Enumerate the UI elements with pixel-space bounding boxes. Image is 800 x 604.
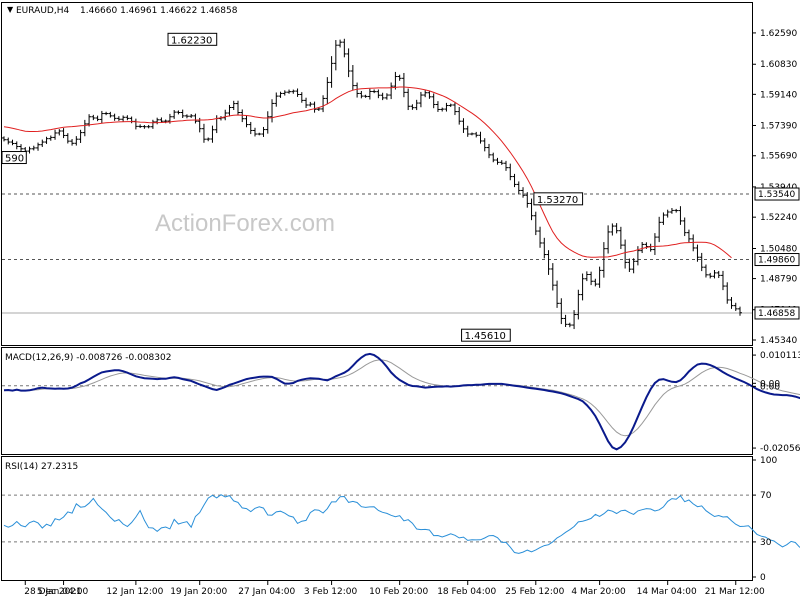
y-tick-label: 1.48790 [760,275,797,285]
price-callout: 1.53270 [533,192,584,206]
price-callout: 590 [1,151,27,165]
rsi-tick-label: 70 [760,491,772,501]
x-tick-label: 19 Jan 20:00 [170,587,227,597]
rsi-panel [1,456,753,581]
watermark: ActionForex.com [155,210,335,237]
y-tick-label: 1.50480 [760,244,797,254]
chart-header-triangle-icon: ▼ [7,5,14,14]
price-callout-label: 1.53270 [537,195,578,206]
chart-window: ActionForex.com 1.62590 1.60830 1.59140 1.5… [1,2,800,597]
macd-panel [1,347,753,455]
x-tick-label: 14 Mar 04:00 [637,587,697,597]
rsi-tick-label: 100 [760,456,777,466]
level-price-tag: 1.49860 [754,253,800,267]
rsi-tick-label: 30 [760,538,772,548]
y-tick-label: 1.62590 [760,29,797,39]
y-tick-label: 1.59140 [760,90,797,100]
rsi-tick-label: 0 [760,573,766,583]
x-tick-label: 10 Feb 20:00 [369,587,428,597]
level-price-tag: 1.53540 [754,187,800,201]
y-tick-label: 1.60830 [760,60,797,70]
y-tick-label: 1.52240 [760,213,797,223]
macd-tick-label: -0.020561 [760,444,800,454]
x-tick-label: 27 Jan 04:00 [238,587,295,597]
last-price-tag: 1.46858 [754,306,800,320]
x-tick-label: 5 Jan 04:00 [37,587,89,597]
rsi-title: RSI(14) 27.2315 [5,462,78,472]
price-callout: 1.62230 [167,32,218,46]
x-tick-label: 25 Feb 12:00 [505,587,564,597]
x-tick-label: 12 Jan 12:00 [106,587,163,597]
x-tick-label: 18 Feb 04:00 [437,587,496,597]
price-callout-label: 1.62230 [171,35,212,46]
y-tick-label: 1.45340 [760,336,797,346]
last-price-label: 1.46858 [758,309,795,319]
macd-tick-label: 0.00 [760,382,780,392]
x-tick-label: 21 Mar 12:00 [705,587,765,597]
price-callout-label: 1.45610 [465,331,506,342]
ohlc-readout: 1.46660 1.46961 1.46622 1.46858 [80,6,238,16]
price-callout: 1.45610 [461,328,511,342]
symbol-label: EURAUD,H4 [16,6,69,16]
level-price-label: 1.49860 [758,256,795,266]
level-price-label: 1.53540 [758,190,795,200]
y-tick-label: 1.57390 [760,121,797,131]
y-tick-label: 1.55690 [760,152,797,162]
price-callout-label: 590 [5,154,24,165]
macd-title: MACD(12,26,9) -0.008726 -0.008302 [5,353,171,363]
macd-tick-label: 0.010113 [760,351,800,361]
price-panel [1,2,753,346]
x-tick-label: 4 Mar 20:00 [571,587,626,597]
x-tick-label: 3 Feb 12:00 [304,587,358,597]
